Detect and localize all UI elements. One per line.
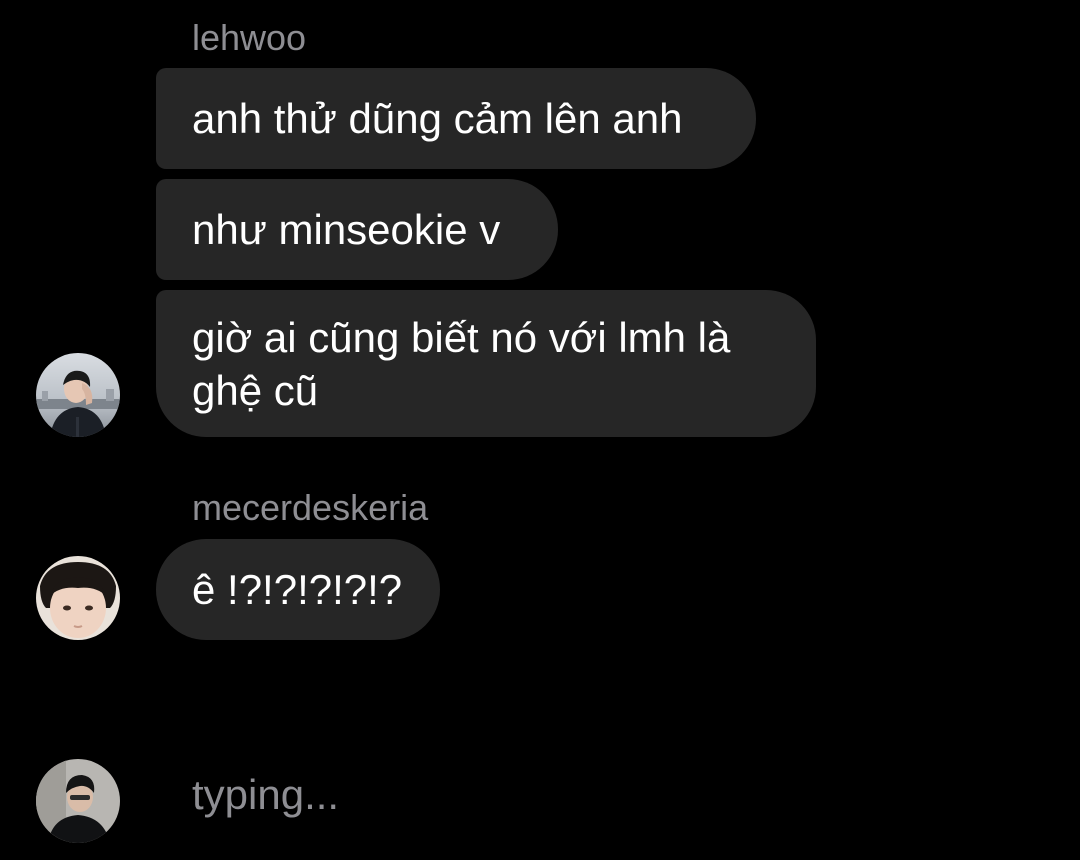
message-text: như minseokie v (192, 206, 501, 253)
message-text: giờ ai cũng biết nó với lmh là ghệ cũ (192, 313, 731, 414)
typing-text: typing... (192, 771, 340, 818)
message-text: ê !?!?!?!?!? (192, 566, 403, 613)
message-bubble[interactable]: ê !?!?!?!?!? (156, 539, 440, 640)
user-avatar-icon[interactable] (36, 353, 120, 437)
message-bubble[interactable]: như minseokie v (156, 179, 558, 280)
message-text: anh thử dũng cảm lên anh (192, 95, 683, 142)
sender-name: mecerdeskeria (192, 487, 429, 528)
user-avatar-icon[interactable] (36, 759, 120, 843)
message-bubble[interactable]: anh thử dũng cảm lên anh (156, 68, 756, 169)
sender-name: lehwoo (192, 17, 307, 58)
user-avatar-icon[interactable] (36, 556, 120, 640)
message-bubble[interactable]: giờ ai cũng biết nó với lmh là ghệ cũ (156, 290, 816, 437)
